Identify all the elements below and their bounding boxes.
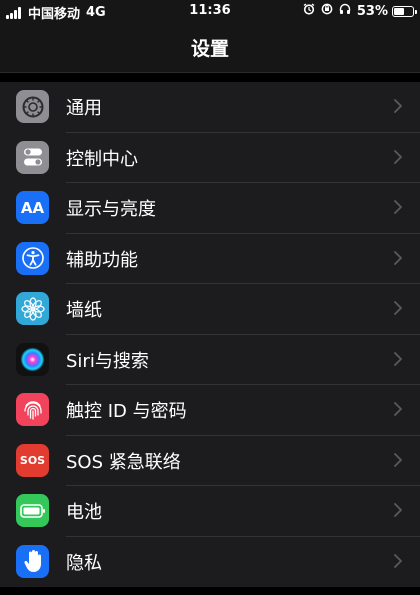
fingerprint-icon xyxy=(16,393,49,426)
chevron-right-icon xyxy=(394,553,402,568)
settings-row-label: 隐私 xyxy=(66,552,102,574)
battery-percent: 53% xyxy=(356,3,388,19)
chevron-right-icon xyxy=(394,98,402,113)
headphones-icon xyxy=(339,3,351,19)
chevron-right-icon xyxy=(394,502,402,517)
settings-row-label: 显示与亮度 xyxy=(66,199,156,220)
settings-row-5[interactable]: 墙纸 xyxy=(0,284,420,335)
chevron-right-icon xyxy=(394,250,402,265)
settings-list: 通用 控制中心 AA 显示与亮度 辅助功能 墙纸 Siri与搜索 触控 ID 与密码 SOS SO… xyxy=(0,82,420,587)
hand-icon xyxy=(16,544,49,578)
chevron-right-icon xyxy=(394,300,402,315)
navigation-bar: 设置 xyxy=(0,22,420,73)
settings-row-10[interactable]: 隐私 xyxy=(0,537,420,588)
sos-icon: SOS xyxy=(16,443,49,477)
settings-row-8[interactable]: SOS SOS 紧急联络 xyxy=(0,436,420,486)
chevron-right-icon xyxy=(394,149,402,164)
text-size-icon: AA xyxy=(16,191,49,224)
chevron-right-icon xyxy=(394,199,402,214)
settings-row-label: 控制中心 xyxy=(66,148,138,170)
settings-row-6[interactable]: Siri与搜索 xyxy=(0,335,420,385)
settings-row-2[interactable]: 控制中心 xyxy=(0,133,420,183)
chevron-right-icon xyxy=(394,351,402,366)
orientation-lock-icon xyxy=(321,3,333,19)
gear-icon xyxy=(16,90,49,123)
battery-icon xyxy=(16,494,49,527)
battery-fill xyxy=(394,7,404,15)
page-title: 设置 xyxy=(190,38,229,60)
settings-row-label: 触控 ID 与密码 xyxy=(66,401,187,422)
settings-row-label: 通用 xyxy=(66,98,102,119)
icon-glyph-text: AA xyxy=(20,198,45,217)
status-right: 53% xyxy=(297,3,417,19)
chevron-right-icon xyxy=(394,452,402,467)
settings-row-3[interactable]: AA 显示与亮度 xyxy=(0,183,420,234)
settings-row-label: 辅助功能 xyxy=(66,249,138,271)
flower-icon xyxy=(16,292,49,325)
settings-row-label: 墙纸 xyxy=(66,300,102,321)
status-bar: 中国移动 4G 11:36 53% xyxy=(0,0,420,22)
settings-row-9[interactable]: 电池 xyxy=(0,486,420,537)
settings-row-7[interactable]: 触控 ID 与密码 xyxy=(0,385,420,436)
siri-icon xyxy=(16,342,49,376)
settings-row-label: Siri与搜索 xyxy=(66,350,149,372)
toggles-icon xyxy=(16,140,49,174)
chevron-right-icon xyxy=(394,401,402,416)
icon-glyph-text: SOS xyxy=(19,453,46,467)
settings-row-1[interactable]: 通用 xyxy=(0,82,420,133)
settings-row-label: SOS 紧急联络 xyxy=(66,451,181,473)
alarm-icon xyxy=(303,3,315,19)
accessibility-icon xyxy=(16,241,49,275)
battery-indicator-icon xyxy=(392,5,417,17)
settings-row-label: 电池 xyxy=(66,502,102,523)
settings-row-4[interactable]: 辅助功能 xyxy=(0,234,420,284)
